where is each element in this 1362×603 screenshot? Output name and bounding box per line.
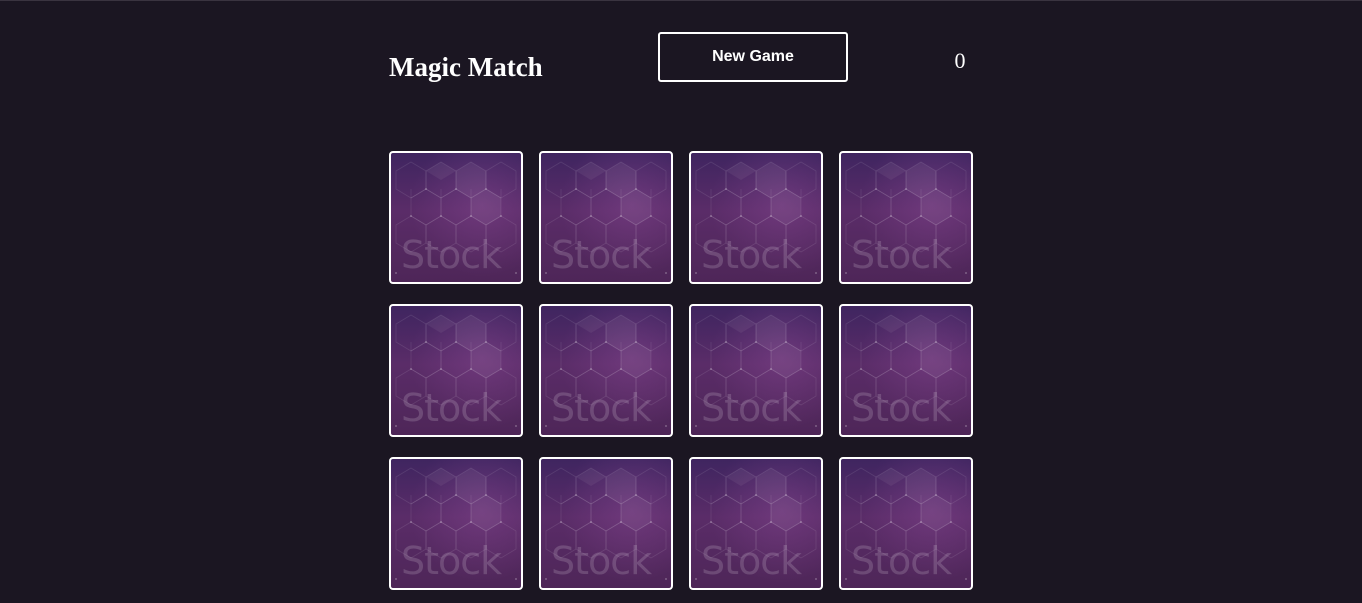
memory-card[interactable]: Stock xyxy=(689,304,823,437)
card-watermark: Stock xyxy=(701,539,802,583)
memory-card[interactable]: Stock xyxy=(539,151,673,284)
card-board: Stock Stock Stock Stock Stock Stock Stock Stock… xyxy=(389,151,973,590)
memory-card[interactable]: Stock xyxy=(389,304,523,437)
card-watermark: Stock xyxy=(701,386,802,430)
card-watermark: Stock xyxy=(401,233,502,277)
memory-card[interactable]: Stock xyxy=(689,151,823,284)
card-watermark: Stock xyxy=(851,233,952,277)
memory-card[interactable]: Stock xyxy=(839,304,973,437)
card-watermark: Stock xyxy=(851,386,952,430)
card-watermark: Stock xyxy=(551,233,652,277)
memory-card[interactable]: Stock xyxy=(539,304,673,437)
memory-card[interactable]: Stock xyxy=(689,457,823,590)
card-watermark: Stock xyxy=(401,539,502,583)
card-watermark: Stock xyxy=(701,233,802,277)
memory-card[interactable]: Stock xyxy=(389,457,523,590)
game-title: Magic Match xyxy=(389,52,543,82)
new-game-button[interactable]: New Game xyxy=(658,32,848,82)
memory-card[interactable]: Stock xyxy=(389,151,523,284)
score-counter: 0 xyxy=(954,48,966,73)
memory-card[interactable]: Stock xyxy=(539,457,673,590)
memory-card[interactable]: Stock xyxy=(839,457,973,590)
card-watermark: Stock xyxy=(551,386,652,430)
card-watermark: Stock xyxy=(851,539,952,583)
card-watermark: Stock xyxy=(551,539,652,583)
memory-card[interactable]: Stock xyxy=(839,151,973,284)
card-watermark: Stock xyxy=(401,386,502,430)
